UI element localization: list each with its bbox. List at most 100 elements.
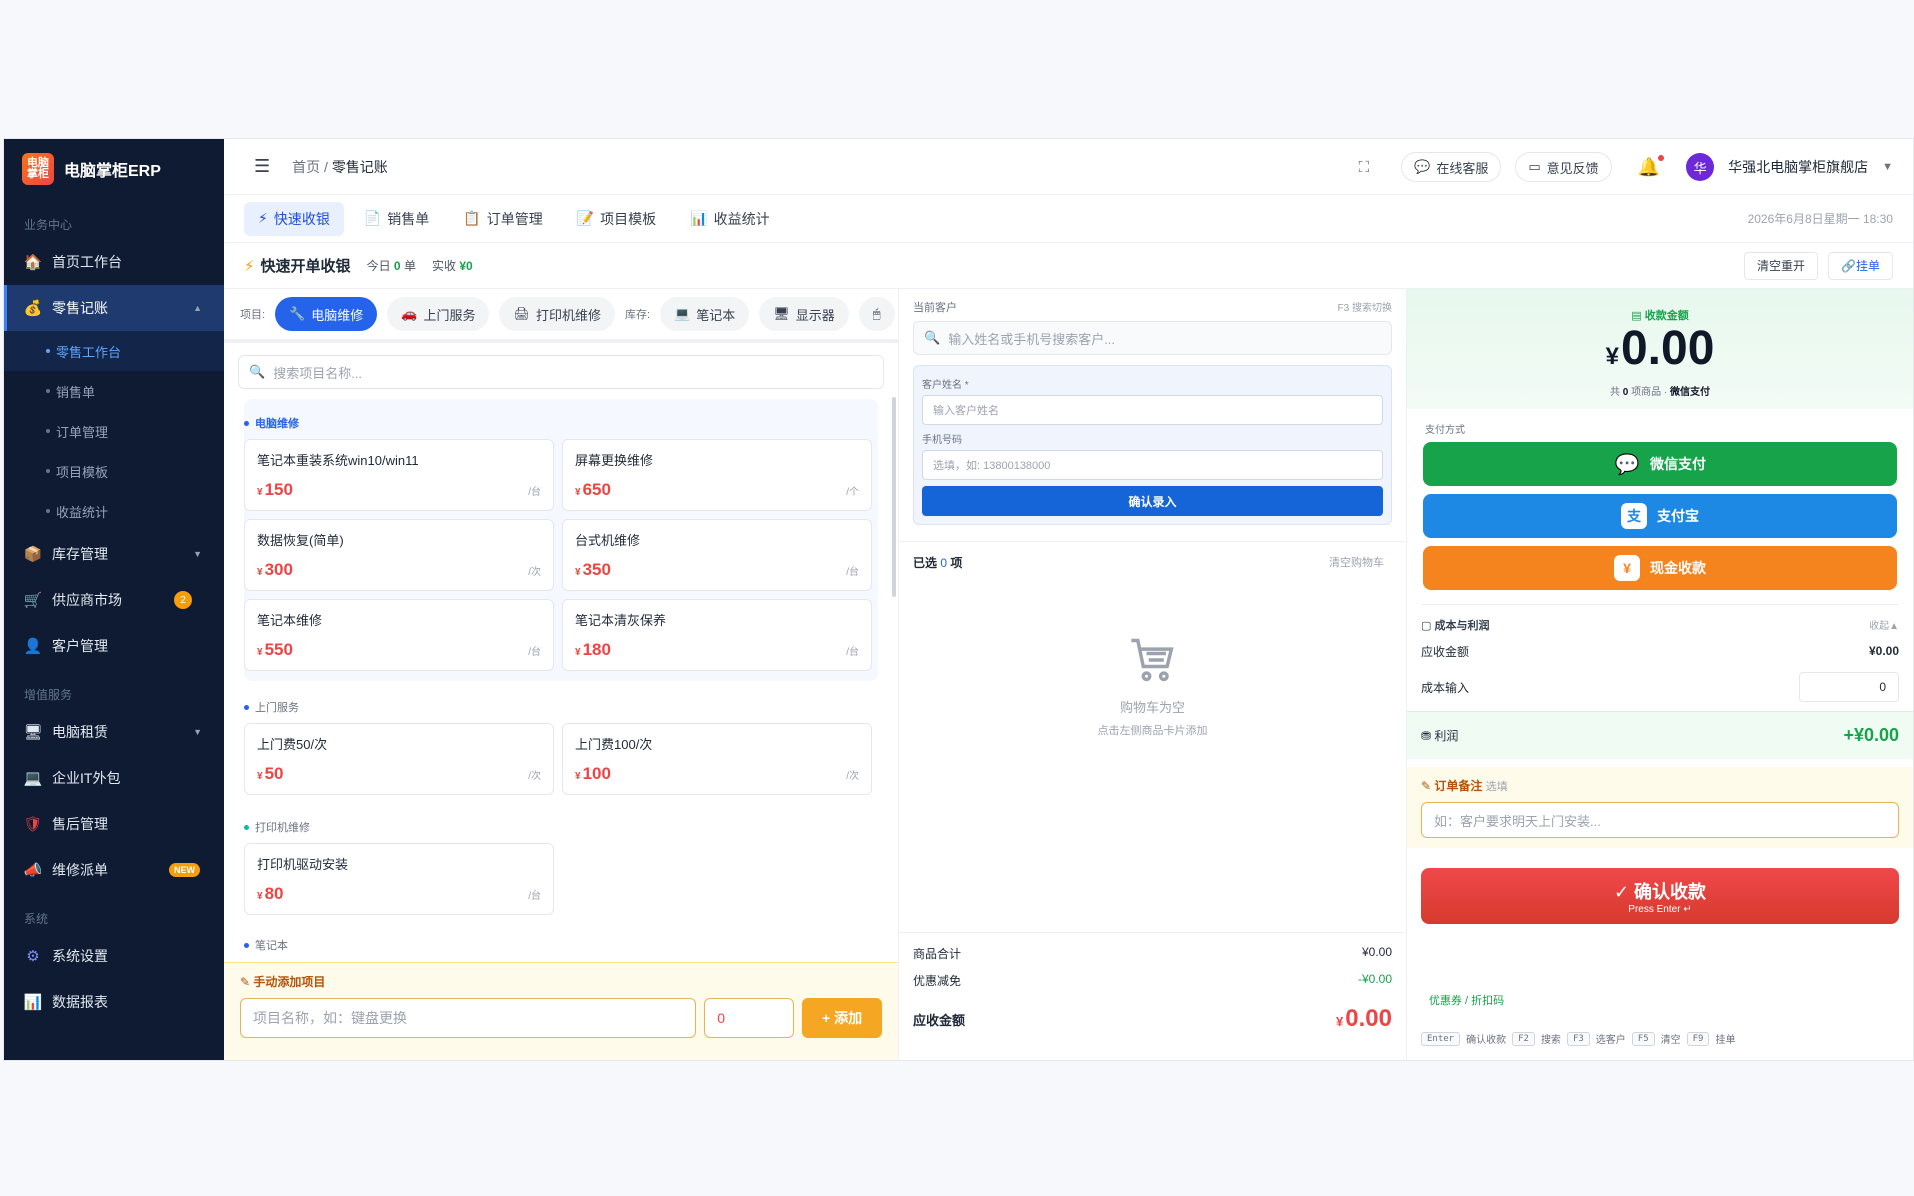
customer-name-label: 客户姓名 * bbox=[922, 380, 969, 391]
item-card[interactable]: 上门费50/次 ¥50/次 bbox=[244, 723, 554, 795]
shopping-cart-icon bbox=[1130, 638, 1174, 682]
wechat-pay-label: 微信支付 bbox=[1650, 456, 1706, 472]
sidebar-subitem-order-management[interactable]: 订单管理 bbox=[4, 411, 224, 451]
sidebar-item-supplier[interactable]: 🛒 供应商市场 2 bbox=[4, 577, 224, 623]
chevron-down-icon: ▼ bbox=[193, 727, 202, 737]
wechat-pay-button[interactable]: 💬 微信支付 bbox=[1423, 442, 1897, 486]
sidebar-item-after-sales[interactable]: 🛡 售后管理 bbox=[4, 801, 224, 847]
car-icon: 🚗 bbox=[401, 306, 418, 321]
sidebar-subitem-revenue[interactable]: 收益统计 bbox=[4, 491, 224, 531]
confirm-payment-main: ✓ 确认收款 bbox=[1421, 878, 1899, 904]
order-note-input[interactable]: 如：客户要求明天上门安装... bbox=[1421, 802, 1899, 838]
sidebar-item-settings[interactable]: ⚙ 系统设置 bbox=[4, 933, 224, 979]
item-card[interactable]: 笔记本清灰保养 ¥180/台 bbox=[562, 599, 872, 671]
customer-search-hint: F3 搜索切换 bbox=[1337, 303, 1392, 314]
item-card[interactable]: 数据恢复(简单) ¥300/次 bbox=[244, 519, 554, 591]
sidebar-item-rental[interactable]: 🖥 电脑租赁 ▼ bbox=[4, 709, 224, 755]
sidebar-item-reports[interactable]: 📊 数据报表 bbox=[4, 979, 224, 1025]
sidebar-subitem-retail-workbench[interactable]: 零售工作台 bbox=[4, 331, 224, 371]
fullscreen-icon[interactable]: ⛶ bbox=[1359, 159, 1370, 176]
logo[interactable]: 电脑掌柜 电脑掌柜ERP bbox=[4, 139, 224, 199]
online-service-button[interactable]: 💬 在线客服 bbox=[1401, 152, 1502, 182]
sidebar-item-inventory[interactable]: 📦 库存管理 ▼ bbox=[4, 531, 224, 577]
confirm-payment-button[interactable]: ✓ 确认收款 Press Enter ↵ bbox=[1421, 868, 1899, 924]
tab-label: 收益统计 bbox=[713, 210, 770, 227]
sidebar-subitem-sales-order[interactable]: 销售单 bbox=[4, 371, 224, 411]
chip-label: 笔记本 bbox=[696, 307, 736, 323]
manual-item-price-input[interactable]: 0 bbox=[704, 998, 795, 1038]
category-chip-onsite-service[interactable]: 🚗 上门服务 bbox=[387, 297, 490, 331]
coupon-link[interactable]: 优惠券 / 折扣码 bbox=[1429, 992, 1504, 1008]
cart-selected-suffix: 项 bbox=[950, 556, 963, 570]
profit-row: ⛃ 利润 +¥0.00 bbox=[1407, 711, 1913, 759]
item-price: ¥50 bbox=[257, 764, 283, 784]
sidebar-item-customers[interactable]: 👤 客户管理 bbox=[4, 623, 224, 669]
confirm-payment-hint: Press Enter ↵ bbox=[1628, 904, 1692, 915]
sidebar-item-retail[interactable]: 💰 零售记账 ▲ bbox=[4, 285, 224, 331]
receivable-row: 应收金额 ¥0.00 bbox=[1421, 633, 1899, 669]
item-unit: /次 bbox=[846, 771, 859, 782]
customer-name-input[interactable]: 输入客户姓名 bbox=[922, 395, 1383, 425]
category-chip-printer-repair[interactable]: 🖨 打印机维修 bbox=[499, 297, 615, 331]
tab-revenue[interactable]: 📊 收益统计 bbox=[676, 202, 783, 236]
bell-icon[interactable]: 🔔 bbox=[1638, 154, 1665, 178]
check-circle-icon: ✓ bbox=[1613, 882, 1630, 902]
tab-sales-order[interactable]: 📄 销售单 bbox=[350, 202, 443, 236]
caret-down-icon[interactable]: ▼ bbox=[1882, 161, 1893, 173]
hold-order-button[interactable]: 🔗 挂单 bbox=[1828, 251, 1893, 280]
currency-symbol: ¥ bbox=[1605, 343, 1619, 370]
breadcrumb-home[interactable]: 首页 bbox=[292, 159, 320, 175]
store-name[interactable]: 华强北电脑掌柜旗舰店 bbox=[1728, 157, 1868, 177]
item-price-value: 50 bbox=[264, 764, 284, 783]
cost-label: 成本输入 bbox=[1421, 680, 1470, 695]
currency-symbol: ¥ bbox=[257, 567, 263, 578]
item-list-scrollbar[interactable] bbox=[892, 397, 896, 597]
feedback-button[interactable]: ▭ 意见反馈 bbox=[1515, 152, 1612, 182]
item-card[interactable]: 台式机维修 ¥350/台 bbox=[562, 519, 872, 591]
group-dot bbox=[244, 704, 249, 710]
sidebar-item-it-outsourcing[interactable]: 💻 企业IT外包 bbox=[4, 755, 224, 801]
app-title: 电脑掌柜ERP bbox=[64, 163, 161, 180]
cash-payment-button[interactable]: ¥ 现金收款 bbox=[1423, 546, 1897, 590]
item-name: 数据恢复(简单) bbox=[257, 533, 344, 548]
sidebar-item-home[interactable]: 🏠 首页工作台 bbox=[4, 239, 224, 285]
project-label: 项目: bbox=[240, 309, 266, 321]
tabs-bar: ⚡ 快速收银 📄 销售单 📋 订单管理 📝 项目模板 📊 收益统计 2026年6… bbox=[224, 195, 1913, 243]
item-card[interactable]: 笔记本重装系统win10/win11 ¥150/台 bbox=[244, 439, 554, 511]
amount-summary-mid: 项商品 · bbox=[1631, 387, 1668, 398]
menu-icon[interactable]: ☰ bbox=[254, 156, 270, 177]
collapse-button[interactable]: 收起▲ bbox=[1869, 617, 1899, 633]
clear-cart-button[interactable]: 清空购物车 bbox=[1329, 554, 1384, 571]
sidebar-subitem-templates[interactable]: 项目模板 bbox=[4, 451, 224, 491]
item-card[interactable]: 打印机驱动安装 ¥80/台 bbox=[244, 843, 554, 915]
tab-order-management[interactable]: 📋 订单管理 bbox=[449, 202, 556, 236]
add-item-button[interactable]: + 添加 bbox=[802, 998, 882, 1038]
stock-chip-laptop[interactable]: 💻 笔记本 bbox=[660, 297, 750, 331]
cost-input[interactable]: 0 bbox=[1799, 672, 1899, 702]
item-search-input[interactable]: 🔍 搜索项目名称... bbox=[238, 355, 884, 389]
stock-chip-monitor[interactable]: 🖥 显示器 bbox=[759, 297, 849, 331]
item-card[interactable]: 笔记本维修 ¥550/台 bbox=[244, 599, 554, 671]
tab-templates[interactable]: 📝 项目模板 bbox=[563, 202, 670, 236]
tab-quick-checkout[interactable]: ⚡ 快速收银 bbox=[244, 201, 344, 236]
group-title-text: 笔记本 bbox=[255, 940, 288, 952]
customer-phone-input[interactable]: 选填，如: 13800138000 bbox=[922, 450, 1383, 480]
sidebar-item-label: 首页工作台 bbox=[52, 254, 122, 270]
avatar[interactable]: 华 bbox=[1686, 153, 1715, 181]
sidebar-item-dispatch[interactable]: 📣 维修派单 NEW bbox=[4, 847, 224, 893]
stock-chip-more[interactable]: 🖱 bbox=[858, 297, 895, 331]
alipay-button[interactable]: 支 支付宝 bbox=[1423, 494, 1897, 538]
discount-label: 优惠减免 bbox=[913, 974, 962, 988]
category-chip-computer-repair[interactable]: 🔧 电脑维修 bbox=[275, 297, 378, 331]
manual-item-name-input[interactable]: 项目名称，如：键盘更换 bbox=[240, 998, 697, 1038]
item-card[interactable]: 屏幕更换维修 ¥650/个 bbox=[562, 439, 872, 511]
customer-search-input[interactable]: 🔍 输入姓名或手机号搜索客户... bbox=[913, 321, 1392, 355]
currency-symbol: ¥ bbox=[1336, 1014, 1344, 1029]
group-dot bbox=[244, 420, 249, 426]
item-unit: /台 bbox=[528, 487, 541, 498]
customer-cart-panel: 当前客户 F3 搜索切换 🔍 输入姓名或手机号搜索客户... 客户姓名 * 输入… bbox=[899, 289, 1407, 1060]
item-card[interactable]: 上门费100/次 ¥100/次 bbox=[562, 723, 872, 795]
customer-search-placeholder: 输入姓名或手机号搜索客户... bbox=[948, 331, 1116, 347]
reset-button[interactable]: 清空重开 bbox=[1744, 251, 1819, 280]
confirm-customer-button[interactable]: 确认录入 bbox=[922, 486, 1383, 516]
